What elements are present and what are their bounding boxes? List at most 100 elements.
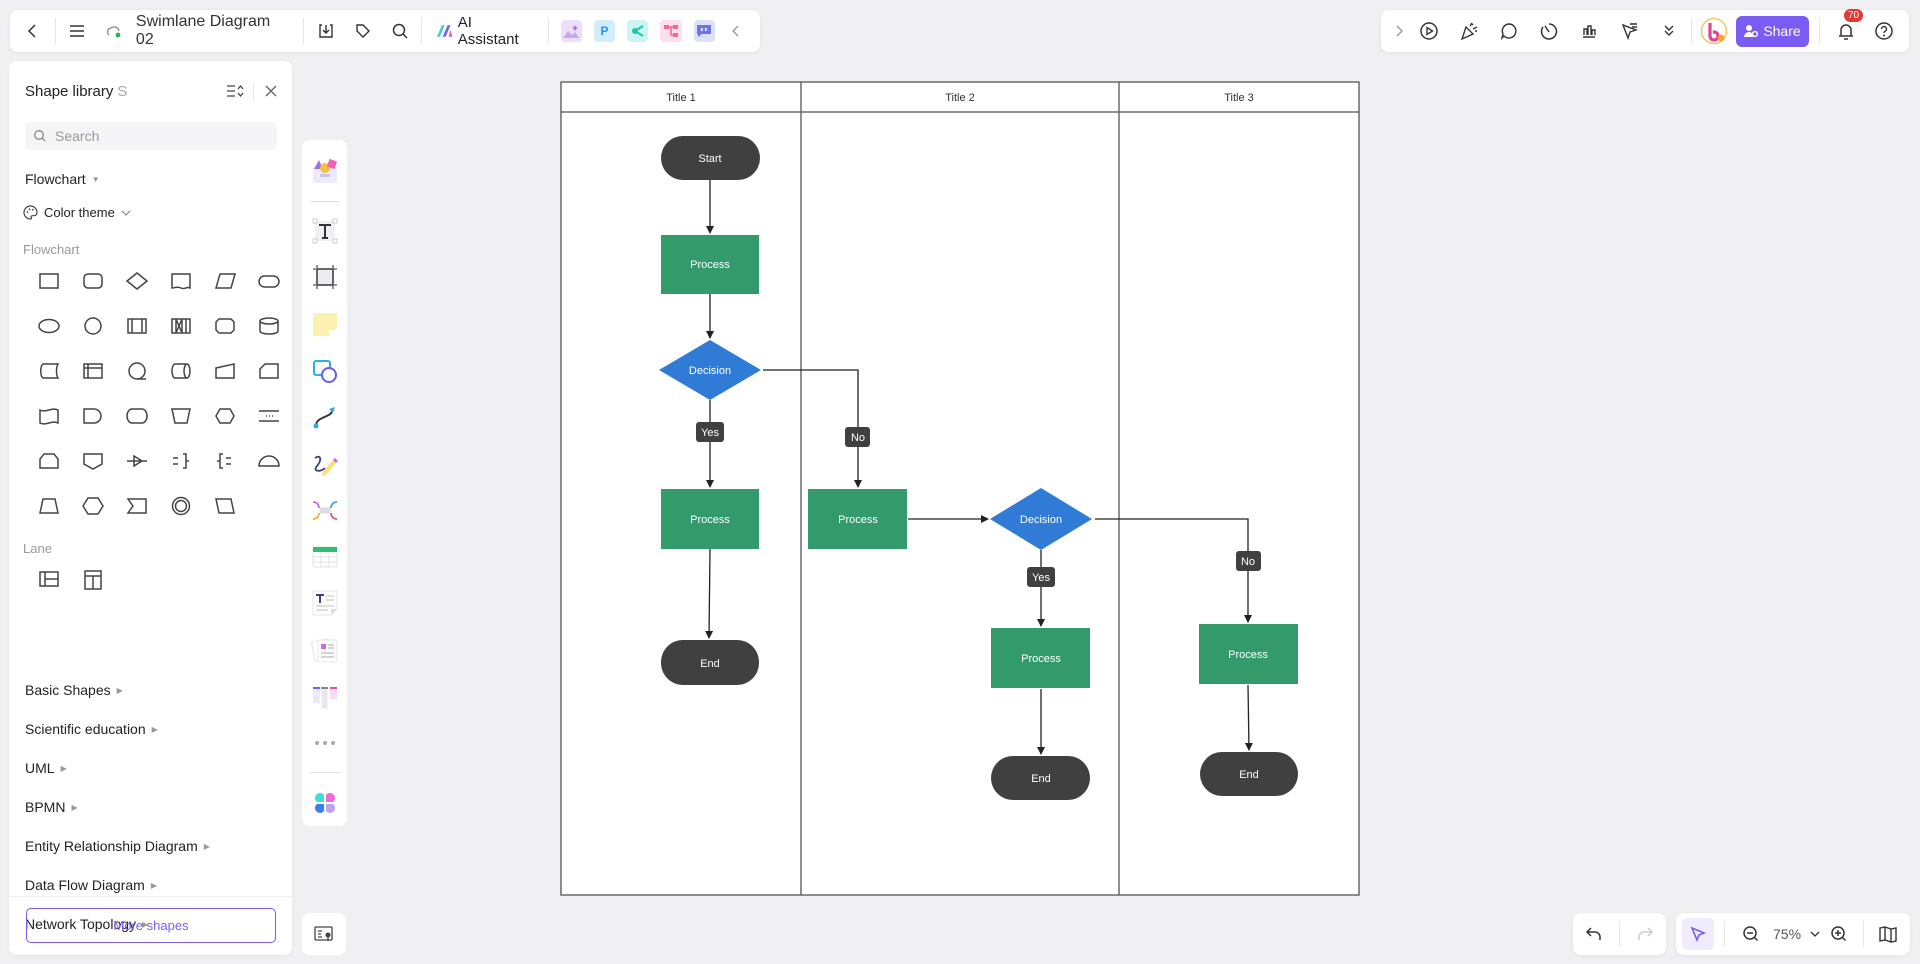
menu-icon[interactable] xyxy=(62,15,93,47)
end-node[interactable]: End xyxy=(991,756,1090,800)
notifications-icon[interactable]: 70 xyxy=(1830,9,1864,47)
shape-circle[interactable] xyxy=(71,303,115,348)
p-app-icon[interactable]: P xyxy=(593,20,616,42)
shape-annotation-right[interactable] xyxy=(159,438,203,483)
more-tools-icon[interactable] xyxy=(309,728,341,759)
lane-title-3[interactable]: Title 3 xyxy=(1224,92,1254,104)
shape-off-page-connector[interactable] xyxy=(71,438,115,483)
shape-preparation[interactable] xyxy=(203,393,247,438)
shape-predefined-process[interactable] xyxy=(115,303,159,348)
shape-merge-arrow[interactable] xyxy=(115,438,159,483)
outline-button[interactable] xyxy=(302,913,346,955)
shape-punched-tape[interactable] xyxy=(27,393,71,438)
shape-search-input[interactable] xyxy=(55,128,255,144)
shape-decision[interactable] xyxy=(115,258,159,303)
zoom-level[interactable]: 75% xyxy=(1773,926,1801,942)
frame-tool-icon[interactable] xyxy=(309,262,341,293)
section-scientific-education[interactable]: Scientific education ▶ xyxy=(25,721,158,737)
shape-delay[interactable] xyxy=(71,393,115,438)
shape-step[interactable] xyxy=(115,483,159,528)
process-node[interactable]: Process xyxy=(1199,624,1298,684)
text-tool-icon[interactable] xyxy=(309,216,341,247)
document-title[interactable]: Swimlane Diagram 02 xyxy=(136,13,288,49)
start-node[interactable]: Start xyxy=(661,136,760,180)
no-label[interactable]: No xyxy=(845,427,870,447)
expand-icon[interactable] xyxy=(1389,15,1409,47)
shape-terminator[interactable] xyxy=(247,258,291,303)
shape-document[interactable] xyxy=(159,258,203,303)
sticky-note-icon[interactable] xyxy=(309,309,341,340)
process-node[interactable]: Process xyxy=(991,628,1090,688)
connector[interactable] xyxy=(1244,684,1253,751)
celebrate-icon[interactable] xyxy=(1453,15,1485,47)
shape-card[interactable] xyxy=(247,348,291,393)
zoom-dropdown-icon[interactable] xyxy=(1807,918,1823,950)
zoom-in-icon[interactable] xyxy=(1823,918,1855,950)
swimlane-pool[interactable] xyxy=(560,81,1360,896)
shape-trapezoid[interactable] xyxy=(27,483,71,528)
color-theme-dropdown[interactable]: Color theme xyxy=(23,205,131,220)
process-node[interactable]: Process xyxy=(661,489,759,549)
connector[interactable] xyxy=(763,369,862,488)
shape-loop-limit[interactable] xyxy=(27,438,71,483)
yes-label[interactable]: Yes xyxy=(696,422,724,442)
shape-vertical-lane[interactable] xyxy=(71,556,115,601)
sort-toggle-icon[interactable] xyxy=(219,75,251,107)
decision-node[interactable]: Decision xyxy=(990,488,1092,550)
connector[interactable] xyxy=(705,548,714,639)
no-label[interactable]: No xyxy=(1236,551,1261,571)
shape-double-circle[interactable] xyxy=(159,483,203,528)
select-tool-icon[interactable] xyxy=(1682,918,1714,950)
shapes-tool-icon[interactable] xyxy=(309,355,341,386)
close-icon[interactable] xyxy=(255,75,287,107)
shape-rounded-rectangle[interactable] xyxy=(71,258,115,303)
present-icon[interactable] xyxy=(1413,15,1445,47)
map-icon[interactable] xyxy=(1872,918,1904,950)
zoom-out-icon[interactable] xyxy=(1735,918,1767,950)
shape-display-rounded[interactable] xyxy=(115,393,159,438)
share-button[interactable]: Share xyxy=(1736,15,1809,47)
chart-icon[interactable] xyxy=(1573,15,1605,47)
more-chevrons-icon[interactable] xyxy=(1653,15,1685,47)
shape-hexagon[interactable] xyxy=(71,483,115,528)
chat-app-icon[interactable] xyxy=(693,20,715,42)
shape-divider[interactable] xyxy=(247,393,291,438)
end-node[interactable]: End xyxy=(661,640,759,685)
shape-stored-data[interactable] xyxy=(27,348,71,393)
process-node[interactable]: Process xyxy=(661,235,759,294)
back-icon[interactable] xyxy=(18,15,49,47)
shape-process[interactable] xyxy=(27,258,71,303)
lane-title-2[interactable]: Title 2 xyxy=(945,92,975,104)
help-icon[interactable] xyxy=(1868,15,1900,47)
tag-icon[interactable] xyxy=(347,15,378,47)
kanban-tool-icon[interactable] xyxy=(309,681,341,712)
mindmap-app-icon[interactable] xyxy=(627,20,649,42)
mindmap-tool-icon[interactable] xyxy=(309,495,341,526)
shape-annotation-left[interactable] xyxy=(203,438,247,483)
ai-assistant-button[interactable]: AI Assistant xyxy=(428,14,541,48)
more-shapes-button[interactable]: More shapes xyxy=(26,908,276,943)
yes-label[interactable]: Yes xyxy=(1027,567,1055,587)
apps-icon[interactable] xyxy=(309,787,341,818)
shape-subprocess-x[interactable] xyxy=(159,303,203,348)
connector[interactable] xyxy=(1095,518,1252,623)
lane-title-1[interactable]: Title 1 xyxy=(666,92,696,104)
section-basic-shapes[interactable]: Basic Shapes ▶ xyxy=(25,682,123,698)
tree-app-icon[interactable] xyxy=(660,20,682,42)
timer-icon[interactable] xyxy=(1533,15,1565,47)
shape-sequential-data[interactable] xyxy=(115,348,159,393)
decision-node[interactable]: Decision xyxy=(659,340,761,400)
section-bpmn[interactable]: BPMN ▶ xyxy=(25,799,78,815)
shape-alternate-process[interactable] xyxy=(203,303,247,348)
cards-tool-icon[interactable] xyxy=(309,635,341,666)
undo-icon[interactable] xyxy=(1578,918,1610,950)
shape-ellipse[interactable] xyxy=(27,303,71,348)
end-node[interactable]: End xyxy=(1200,752,1298,796)
collapse-apps-icon[interactable] xyxy=(721,15,752,47)
shape-parallelogram[interactable] xyxy=(203,483,247,528)
templates-icon[interactable] xyxy=(309,156,341,187)
image-generator-icon[interactable] xyxy=(560,20,582,42)
shape-manual-input[interactable] xyxy=(203,348,247,393)
comment-icon[interactable] xyxy=(1493,15,1525,47)
shape-database[interactable] xyxy=(247,303,291,348)
